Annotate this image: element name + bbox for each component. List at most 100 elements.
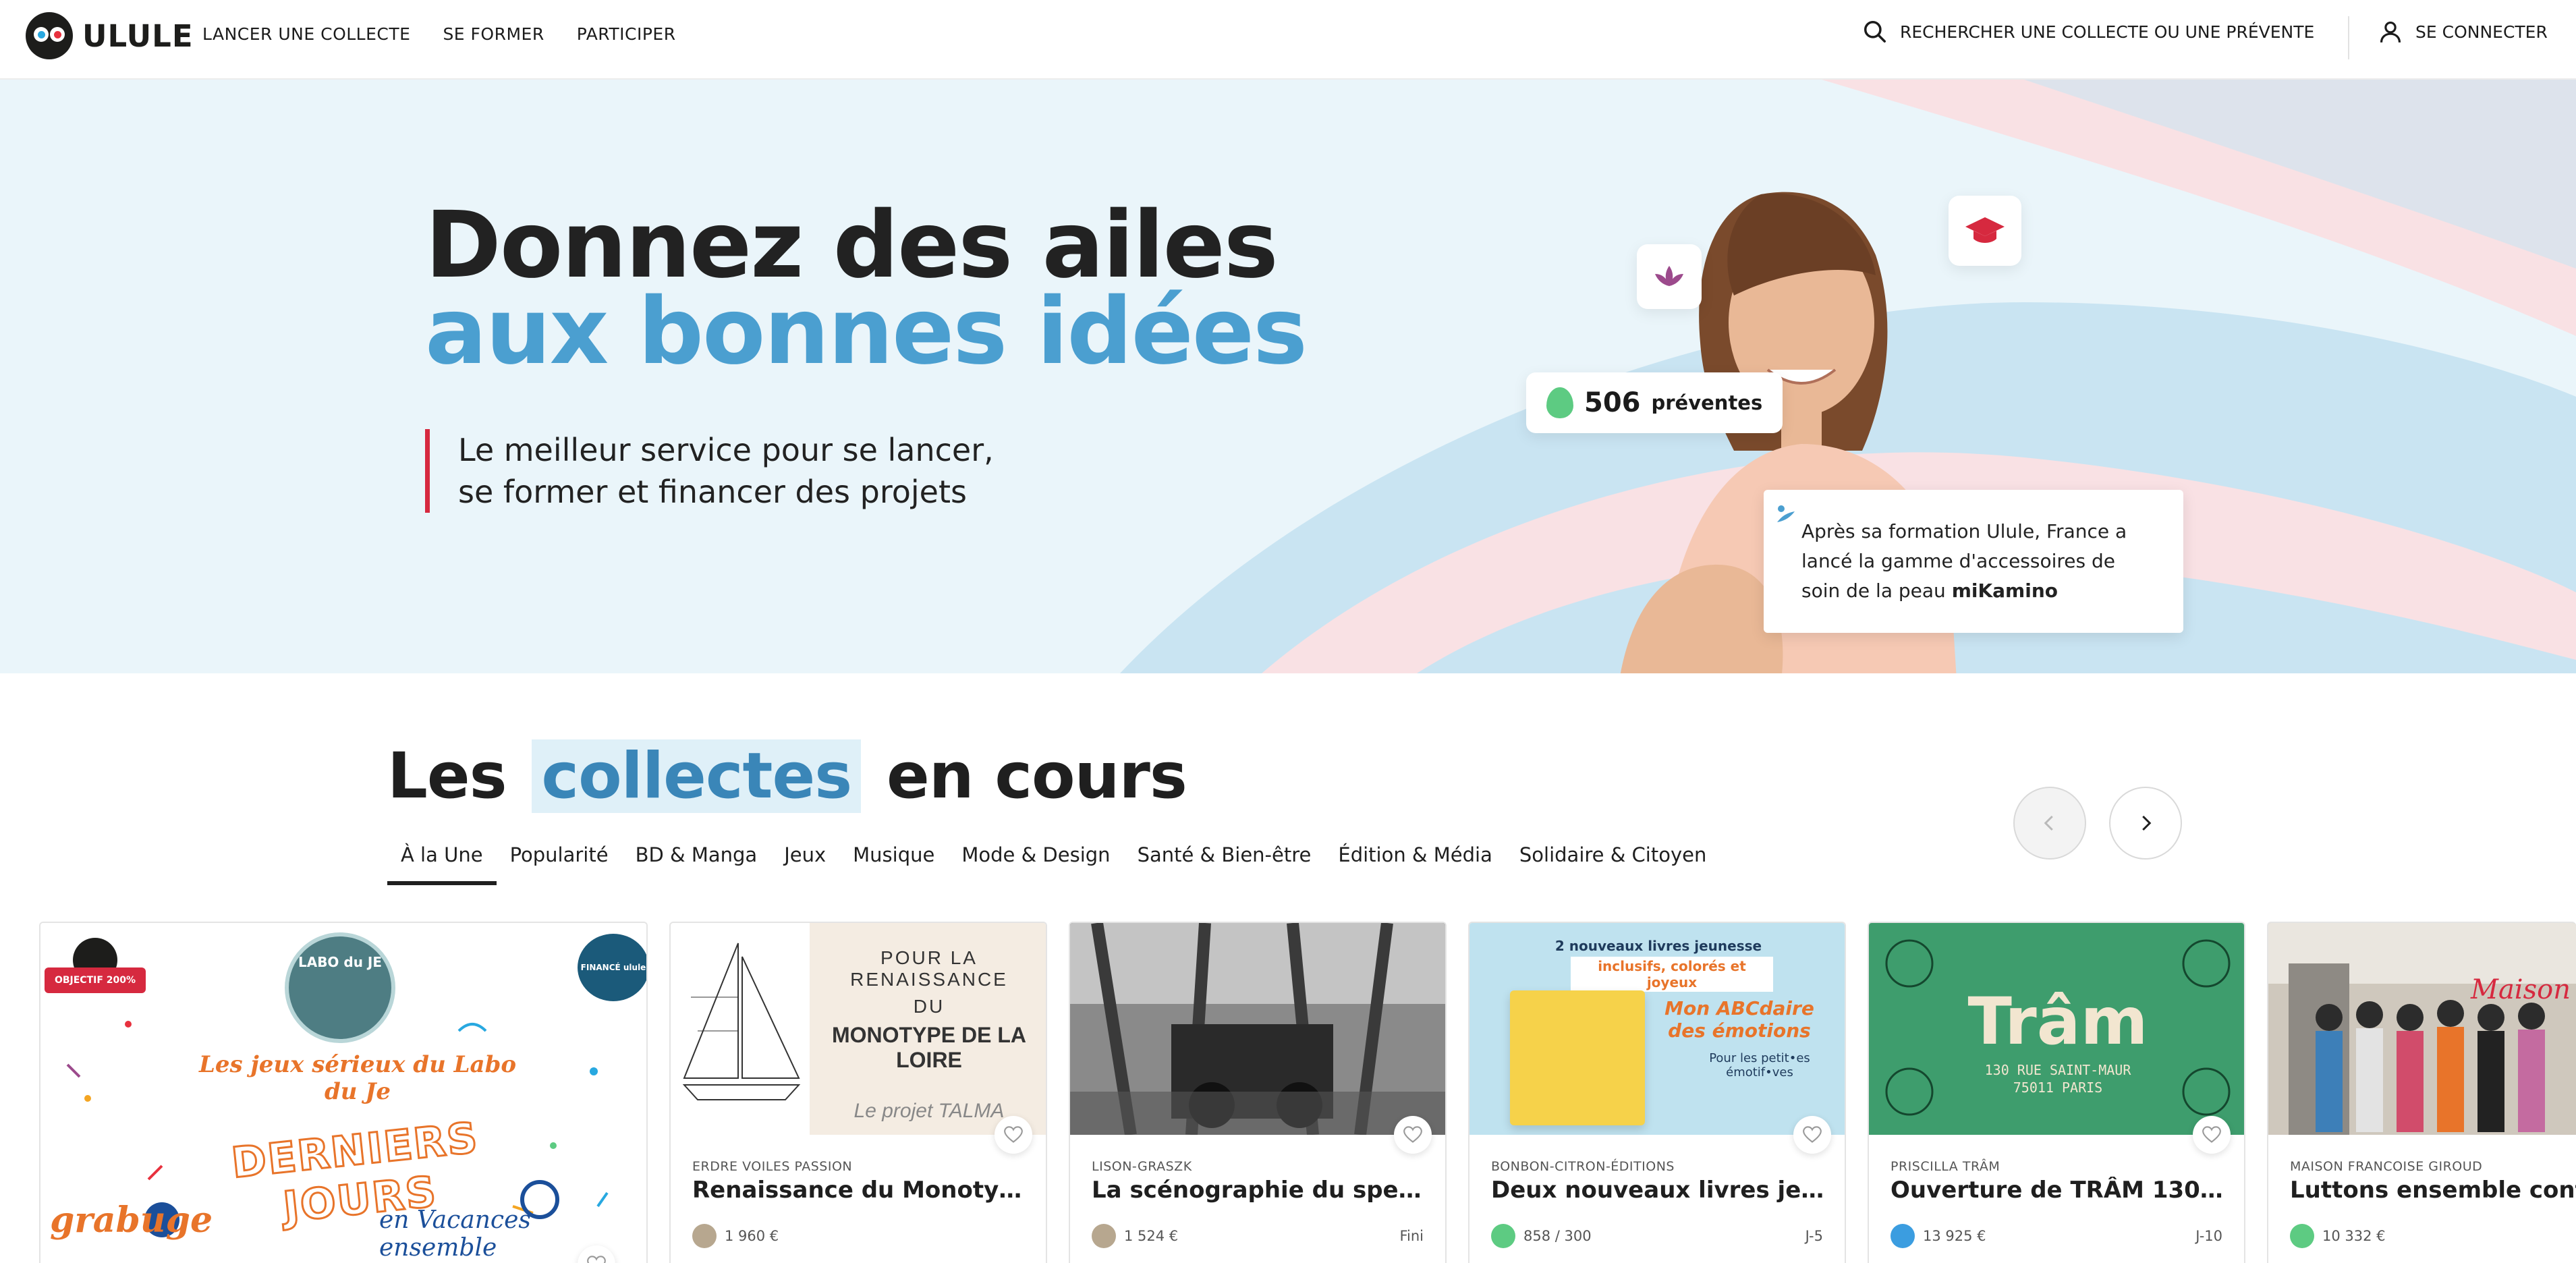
favorite-button[interactable] [1793,1116,1831,1154]
tab-mode-design[interactable]: Mode & Design [948,839,1123,885]
nav-item-participer[interactable]: PARTICIPER [577,24,676,44]
project-title[interactable]: La scénographie du spectacle ... [1092,1177,1432,1204]
progress-egg-icon [1491,1224,1515,1248]
project-card[interactable]: Trâm 130 RUE SAINT-MAUR 75011 PARIS PRIS… [1868,922,2245,1263]
project-amount: 1 524 € [1124,1228,1179,1244]
project-card[interactable]: POUR LA RENAISSANCE DU MONOTYPE DE LA LO… [669,922,1047,1263]
image-line-4: Pour les petit•es émotif•ves [1709,1051,1810,1079]
search-button[interactable]: RECHERCHER UNE COLLECTE OU UNE PRÉVENTE [1862,19,2314,45]
hero-title: Donnez des ailes aux bonnes idées [425,192,1308,378]
tab-popularite[interactable]: Popularité [497,839,622,885]
section-title-before: Les [387,739,507,813]
tab-sante-bien-etre[interactable]: Santé & Bien-être [1124,839,1325,885]
hero-banner: Donnez des ailes aux bonnes idées Le mei… [0,80,2576,673]
project-card[interactable]: Maison MAISON FRANCOISE GIROUD Luttons e… [2267,922,2576,1263]
progress-egg-icon [1891,1224,1915,1248]
favorite-button[interactable] [1394,1116,1432,1154]
project-card[interactable]: 2 nouveaux livres jeunesse inclusifs, co… [1468,922,1846,1263]
category-tabs: À la Une Popularité BD & Manga Jeux Musi… [387,839,1720,885]
project-status: Fini [1399,1228,1424,1244]
labo-du-je-logo: LABO du JE [285,932,395,1043]
image-line-1: 2 nouveaux livres jeunesse [1555,938,1762,954]
project-title[interactable]: Deux nouveaux livres jeunesse i... [1491,1177,1831,1204]
hero-title-line1: Donnez des ailes [425,192,1279,299]
search-label: RECHERCHER UNE COLLECTE OU UNE PRÉVENTE [1900,22,2315,42]
brand-name: ULULE [82,18,194,54]
project-meta: 10 332 € [2290,1224,2386,1248]
project-image: POUR LA RENAISSANCE DU MONOTYPE DE LA LO… [671,923,1046,1135]
tab-solidaire-citoyen[interactable]: Solidaire & Citoyen [1506,839,1720,885]
image-title-block: POUR LA RENAISSANCE DU MONOTYPE DE LA LO… [810,947,1046,1123]
project-title[interactable]: Renaissance du Monotype de l... [692,1177,1032,1204]
financed-badge: FINANCÉ ulule [578,934,646,1001]
graduation-badge [1949,196,2021,266]
image-line-1: Maison [2471,974,2571,1005]
project-meta: 13 925 € [1891,1224,1986,1248]
project-amount: 13 925 € [1923,1228,1986,1244]
image-line-1: Trâm [1967,984,2148,1059]
project-status: J-5 [1805,1228,1823,1244]
section-title: Les collectes en cours [387,739,1187,813]
grabuge-label: grabuge [50,1200,213,1241]
top-header: ULULE LANCER UNE COLLECTE SE FORMER PART… [0,0,2576,80]
project-amount: 858 / 300 [1523,1228,1592,1244]
project-meta: 1 524 € [1092,1224,1178,1248]
section-title-after: en cours [886,739,1187,813]
favorite-button[interactable] [995,1116,1032,1154]
image-line-2: inclusifs, colorés et joyeux [1571,957,1773,992]
main-nav: LANCER UNE COLLECTE SE FORMER PARTICIPER [202,24,676,44]
image-line-2: DU [913,996,945,1017]
chevron-left-icon [2044,815,2053,831]
hero-subtitle-line1: Le meilleur service pour se lancer, [458,432,994,468]
featured-project-card[interactable]: OBJECTIF 200% ULULE LABO du JE FINANCÉ u… [39,922,648,1263]
project-card[interactable]: LISON-GRASZK La scénographie du spectacl… [1069,922,1447,1263]
project-owner[interactable]: MAISON FRANCOISE GIROUD [2290,1159,2482,1174]
carousel-next-button[interactable] [2109,787,2182,860]
hero-subtitle-line2: se former et financer des projets [458,474,967,510]
image-line-3: MONOTYPE DE LA LOIRE [831,1023,1026,1072]
tab-a-la-une[interactable]: À la Une [387,839,497,885]
progress-egg-icon [2290,1224,2314,1248]
lotus-icon [1655,266,1683,286]
nav-item-lancer[interactable]: LANCER UNE COLLECTE [202,24,410,44]
tab-bd-manga[interactable]: BD & Manga [622,839,771,885]
testimonial-card: Après sa formation Ulule, France a lancé… [1764,490,2183,633]
favorite-button[interactable] [2193,1116,2231,1154]
graduation-cap-icon [1965,217,2005,243]
ulule-logo[interactable]: ULULE [26,12,194,59]
search-icon [1864,21,1886,43]
project-image: 2 nouveaux livres jeunesse inclusifs, co… [1469,923,1845,1135]
project-owner[interactable]: BONBON-CITRON-ÉDITIONS [1491,1159,1675,1174]
preventes-stat-card: 506 préventes [1526,372,1783,433]
heart-icon [2202,1126,2221,1143]
stage-photo [1070,923,1445,1135]
testimonial-brand[interactable]: miKamino [1952,580,2058,602]
hero-subtitle: Le meilleur service pour se lancer, se f… [425,429,994,513]
image-line-2: 130 RUE SAINT-MAUR [1984,1062,2131,1078]
tab-edition-media[interactable]: Édition & Média [1324,839,1506,885]
project-owner[interactable]: ERDRE VOILES PASSION [692,1159,852,1174]
book-cover [1510,990,1645,1125]
objective-badge-label: OBJECTIF 200% ULULE [45,967,146,1011]
stat-label: préventes [1651,391,1763,414]
heart-icon [587,1256,606,1263]
login-button[interactable]: SE CONNECTER [2378,19,2548,45]
tab-musique[interactable]: Musique [839,839,948,885]
project-owner[interactable]: PRISCILLA TRÂM [1891,1159,2000,1174]
featured-headline: Les jeux sérieux du Labo du Je [198,1051,517,1105]
project-amount: 10 332 € [2322,1228,2386,1244]
project-owner[interactable]: LISON-GRASZK [1092,1159,1192,1174]
group-photo [2268,923,2576,1135]
image-line-3: Mon ABCdaire des émotions [1664,997,1814,1042]
tab-jeux[interactable]: Jeux [771,839,839,885]
egg-icon [1546,387,1573,418]
nav-item-former[interactable]: SE FORMER [443,24,544,44]
project-title[interactable]: Luttons ensemble contre les [2290,1177,2576,1204]
featured-project-image: OBJECTIF 200% ULULE LABO du JE FINANCÉ u… [40,923,646,1263]
project-title[interactable]: Ouverture de TRÂM 130 - Mai 2... [1891,1177,2231,1204]
carousel-prev-button[interactable] [2013,787,2086,860]
header-divider [2348,16,2349,59]
chevron-right-icon [2142,815,2152,831]
ulule-owl-icon [26,12,73,59]
heart-icon [1803,1126,1822,1143]
